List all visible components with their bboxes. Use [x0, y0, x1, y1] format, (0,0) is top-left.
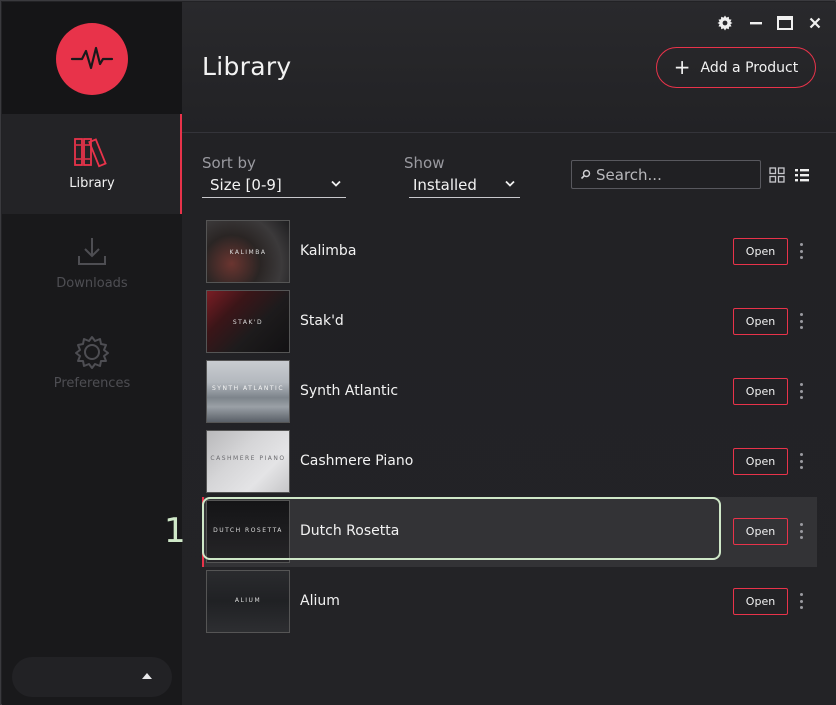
show-label: Show: [404, 154, 445, 172]
logo-area: [2, 2, 182, 114]
minimize-icon: [750, 22, 762, 25]
sidebar-item-label: Library: [69, 176, 115, 191]
thumbnail-title: CASHMERE PIANO: [210, 455, 286, 462]
page-title: Library: [202, 52, 292, 81]
product-thumbnail: CASHMERE PIANO: [206, 430, 290, 493]
product-thumbnail: ALIUM: [206, 570, 290, 633]
more-options-icon[interactable]: [798, 593, 804, 609]
open-button[interactable]: Open: [733, 518, 788, 545]
chevron-down-icon: [331, 180, 341, 187]
add-product-button[interactable]: + Add a Product: [656, 47, 816, 88]
sort-label: Sort by: [202, 154, 256, 172]
product-name: Synth Atlantic: [300, 383, 399, 399]
thumbnail-title: KALIMBA: [229, 249, 267, 256]
sort-select[interactable]: Size [0-9]: [202, 174, 346, 198]
product-name: Alium: [300, 593, 340, 609]
show-value: Installed: [413, 176, 477, 194]
close-icon: [809, 17, 821, 29]
search-icon: [580, 169, 591, 180]
product-thumbnail: DUTCH ROSETTA: [206, 500, 290, 563]
more-options-icon[interactable]: [798, 453, 804, 469]
product-row-stakd[interactable]: STAK'D Stak'd Open: [202, 287, 817, 357]
sidebar-item-label: Preferences: [53, 376, 131, 391]
thumbnail-title: SYNTH ATLANTIC: [211, 385, 285, 392]
thumbnail-title: STAK'D: [232, 319, 264, 326]
more-options-icon[interactable]: [798, 243, 804, 259]
product-thumbnail: STAK'D: [206, 290, 290, 353]
sidebar-item-label: Downloads: [56, 276, 128, 291]
sidebar-item-preferences[interactable]: Preferences: [2, 314, 182, 414]
gear-icon: [717, 15, 733, 31]
account-menu-toggle[interactable]: [12, 657, 172, 697]
plus-icon: +: [673, 54, 691, 79]
caret-up-icon: [142, 673, 152, 679]
product-name: Stak'd: [300, 313, 344, 329]
sidebar-item-downloads[interactable]: Downloads: [2, 214, 182, 314]
product-thumbnail: KALIMBA: [206, 220, 290, 283]
product-name: Kalimba: [300, 243, 357, 259]
search-input[interactable]: [596, 164, 756, 186]
maximize-icon: [777, 16, 793, 30]
sort-value: Size [0-9]: [210, 176, 282, 194]
selected-row-indicator: [202, 497, 204, 567]
app-window: Library Downloads Preferences Library + …: [0, 0, 836, 705]
more-options-icon[interactable]: [798, 313, 804, 329]
settings-button[interactable]: [716, 14, 734, 32]
books-icon: [74, 138, 107, 168]
maximize-button[interactable]: [776, 14, 794, 32]
open-button[interactable]: Open: [733, 238, 788, 265]
open-button[interactable]: Open: [733, 378, 788, 405]
sidebar: Library Downloads Preferences: [2, 2, 182, 705]
annotation-marker: 1: [164, 511, 186, 551]
product-name: Cashmere Piano: [300, 453, 414, 469]
grid-view-icon[interactable]: [769, 167, 785, 183]
show-select[interactable]: Installed: [409, 174, 520, 198]
search-box[interactable]: [571, 160, 761, 189]
thumbnail-title: DUTCH ROSETTA: [213, 527, 283, 534]
sidebar-item-library[interactable]: Library: [2, 114, 182, 214]
app-logo: [56, 23, 128, 95]
gear-icon: [75, 336, 109, 369]
header-divider: [182, 132, 836, 133]
main-panel: Library + Add a Product Sort by Size [0-…: [182, 2, 836, 705]
download-icon: [78, 238, 106, 265]
product-thumbnail: SYNTH ATLANTIC: [206, 360, 290, 423]
product-row-cashmere-piano[interactable]: CASHMERE PIANO Cashmere Piano Open: [202, 427, 817, 497]
thumbnail-title: ALIUM: [234, 597, 262, 604]
open-button[interactable]: Open: [733, 588, 788, 615]
open-button[interactable]: Open: [733, 448, 788, 475]
product-row-alium[interactable]: ALIUM Alium Open: [202, 567, 817, 637]
product-name: Dutch Rosetta: [300, 523, 400, 539]
chevron-down-icon: [505, 180, 515, 187]
product-row-dutch-rosetta[interactable]: DUTCH ROSETTA Dutch Rosetta Open: [202, 497, 817, 567]
more-options-icon[interactable]: [798, 523, 804, 539]
product-row-kalimba[interactable]: KALIMBA Kalimba Open: [202, 217, 817, 287]
more-options-icon[interactable]: [798, 383, 804, 399]
product-row-synth-atlantic[interactable]: SYNTH ATLANTIC Synth Atlantic Open: [202, 357, 817, 427]
add-product-label: Add a Product: [700, 59, 799, 76]
list-view-icon[interactable]: [794, 167, 810, 183]
open-button[interactable]: Open: [733, 308, 788, 335]
waveform-icon: [70, 46, 114, 70]
close-button[interactable]: [806, 14, 824, 32]
minimize-button[interactable]: [747, 14, 765, 32]
